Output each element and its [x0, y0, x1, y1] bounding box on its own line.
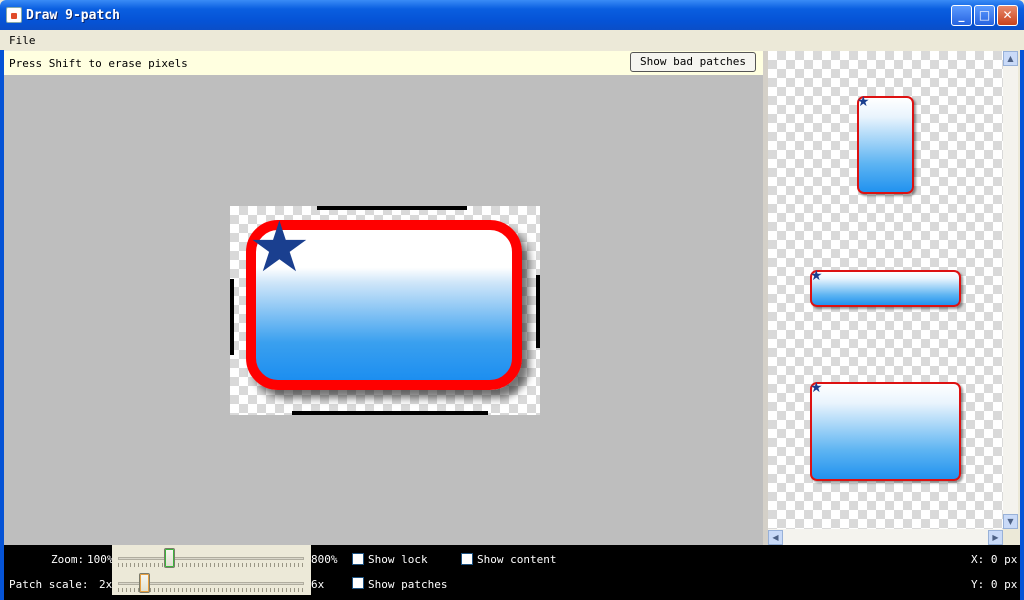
top-stretch-marker[interactable] — [317, 206, 467, 210]
hint-text: Press Shift to erase pixels — [9, 57, 188, 70]
slider-panel — [112, 545, 311, 595]
scroll-right-icon[interactable]: ▶ — [988, 530, 1003, 545]
scroll-left-icon[interactable]: ◀ — [768, 530, 783, 545]
scroll-down-icon[interactable]: ▼ — [1003, 514, 1018, 529]
patch-scale-min-label: 2x — [99, 578, 113, 591]
star-icon: ★ — [810, 380, 823, 396]
show-patches-label[interactable]: Show patches — [368, 578, 447, 591]
info-bar: Press Shift to erase pixels Show bad pat… — [4, 51, 763, 75]
show-lock-label[interactable]: Show lock — [368, 553, 428, 566]
close-button[interactable]: ✕ — [997, 5, 1018, 26]
nine-patch-image[interactable]: ★ — [230, 206, 540, 415]
minimize-button[interactable]: _ — [951, 5, 972, 26]
y-coordinate-readout: Y: 0 px — [971, 578, 1018, 591]
control-bar: Zoom: 100% Patch scale: 2x 800% 6x Show … — [4, 545, 1020, 600]
editor-canvas[interactable]: ★ — [4, 75, 763, 545]
menu-bar: File — [0, 30, 1024, 50]
preview-horizontal-scrollbar[interactable]: ◀ ▶ — [768, 529, 1003, 545]
star-icon: ★ — [248, 206, 311, 288]
zoom-slider-ticks — [118, 563, 304, 567]
java-app-icon[interactable] — [6, 7, 22, 23]
window-border-right — [1020, 30, 1024, 600]
title-bar[interactable]: Draw 9-patch _ □ ✕ — [0, 0, 1024, 30]
star-icon: ★ — [810, 268, 823, 284]
show-content-label[interactable]: Show content — [477, 553, 556, 566]
patch-scale-max-label: 6x — [311, 578, 325, 591]
show-content-checkbox[interactable] — [461, 553, 473, 565]
close-icon: ✕ — [1002, 8, 1013, 22]
zoom-slider-thumb[interactable] — [163, 548, 175, 568]
star-icon: ★ — [857, 94, 870, 110]
minimize-icon: _ — [958, 8, 965, 22]
zoom-max-label: 800% — [311, 553, 338, 566]
preview-tall — [857, 96, 914, 194]
patch-scale-slider-thumb[interactable] — [139, 573, 150, 593]
zoom-slider-track[interactable] — [118, 557, 304, 560]
right-content-marker[interactable] — [536, 275, 540, 348]
preview-large — [810, 382, 961, 481]
zoom-label: Zoom: — [51, 553, 85, 566]
preview-wide — [810, 270, 961, 307]
bottom-content-marker[interactable] — [292, 411, 488, 415]
left-stretch-marker[interactable] — [230, 279, 234, 355]
x-coordinate-readout: X: 0 px — [971, 553, 1018, 566]
show-lock-checkbox[interactable] — [352, 553, 364, 565]
maximize-icon: □ — [978, 8, 991, 22]
maximize-button[interactable]: □ — [974, 5, 995, 26]
window-title: Draw 9-patch — [26, 8, 120, 23]
patch-scale-label: Patch scale: — [9, 578, 89, 591]
preview-pane: ★ ★ ★ — [768, 51, 1003, 529]
scrollbar-corner — [1003, 529, 1018, 545]
preview-vertical-scrollbar[interactable]: ▲ ▼ — [1003, 51, 1018, 529]
show-patches-checkbox[interactable] — [352, 577, 364, 589]
zoom-min-label: 100% — [87, 553, 114, 566]
show-bad-patches-button[interactable]: Show bad patches — [630, 52, 756, 72]
menu-file[interactable]: File — [9, 34, 36, 47]
scroll-up-icon[interactable]: ▲ — [1003, 51, 1018, 66]
